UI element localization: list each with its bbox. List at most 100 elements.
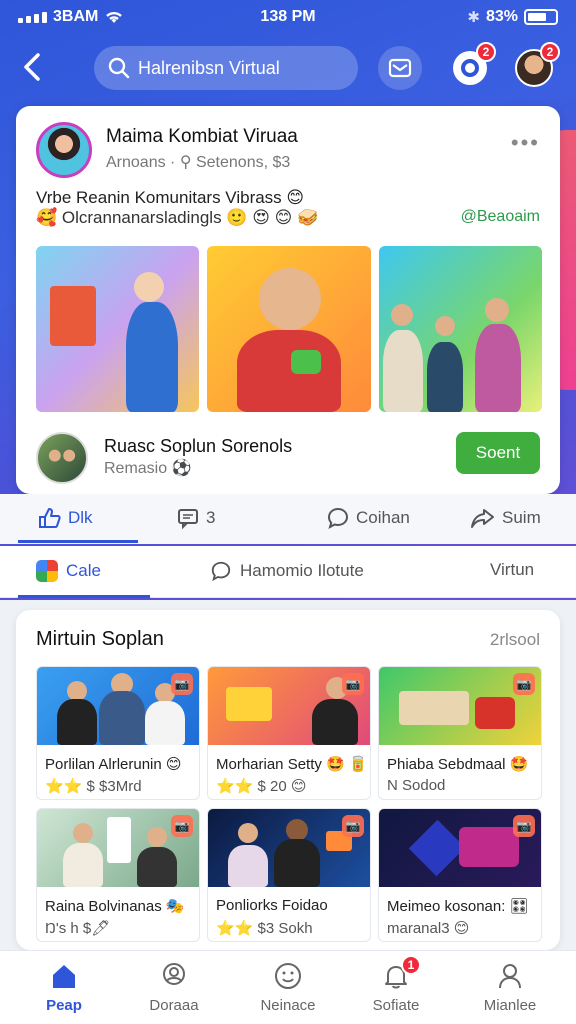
group-avatar[interactable] xyxy=(36,432,88,484)
group-tile[interactable]: 📷 Meimeo kosonan: 🎛 maranal3 😊 xyxy=(378,808,542,942)
mail-icon xyxy=(388,58,412,78)
tab-virtun[interactable]: Virtun xyxy=(490,560,534,580)
join-button[interactable]: Soent xyxy=(456,432,540,474)
post-card: Maima Kombiat Viruaa Arnoans · ⚲ Setenon… xyxy=(16,106,560,494)
smile-icon xyxy=(273,961,303,991)
group-tile[interactable]: 📷 Raina Bolvinanas 🎭 Ŋ's h $🖊 xyxy=(36,808,200,942)
tile-meta: maranal3 😊 xyxy=(387,920,470,937)
battery-icon xyxy=(524,9,558,25)
group-tile[interactable]: 📷 Morharian Setty 🤩 🥫 ⭐⭐ $ 20 😊 xyxy=(207,666,371,800)
nav-label: Doraaa xyxy=(149,997,199,1014)
tile-meta: ⭐⭐ $3 Sokh xyxy=(216,920,313,937)
tile-title: Meimeo kosonan: 🎛 xyxy=(387,898,529,915)
nav-label: Peap xyxy=(46,997,82,1014)
battery-percent: 83% xyxy=(485,8,518,25)
notifications-button[interactable]: 2 xyxy=(448,42,496,90)
like-button[interactable]: Dlk xyxy=(38,506,93,530)
tile-title: Ponliorks Foidao xyxy=(216,897,328,914)
post-photo[interactable] xyxy=(378,246,542,412)
tile-meta: ⭐⭐ $ 20 😊 xyxy=(216,778,307,795)
section-title: Mirtuin Soplan xyxy=(36,628,164,650)
group-meta: Remasio ⚽ xyxy=(104,460,192,477)
group-icon xyxy=(159,961,189,991)
bluetooth-icon: ✱ xyxy=(467,9,480,26)
tile-meta: ⭐⭐ $ $3Mrd xyxy=(45,778,142,795)
camera-icon: 📷 xyxy=(513,815,535,837)
post-text-line1: Vrbe Reanin Komunitars Vibrass 😊 xyxy=(36,188,305,207)
nav-notifications[interactable]: 1 Sofiate xyxy=(346,955,446,1014)
tab-bar: Cale Hamomio Ilotute Virtun xyxy=(0,546,576,598)
back-button[interactable] xyxy=(18,50,54,86)
search-bar[interactable]: Halrenibsn Virtual xyxy=(94,46,358,90)
comment-icon xyxy=(178,509,198,530)
nav-badge: 1 xyxy=(401,955,421,975)
nav-label: Neinace xyxy=(260,997,316,1014)
messages-button[interactable] xyxy=(378,46,422,90)
tile-title: Porlilan Alrlerunin 😊 xyxy=(45,756,182,773)
more-options-icon[interactable]: ••• xyxy=(511,130,540,156)
user-icon xyxy=(495,961,525,991)
tile-meta: Ŋ's h $🖊 xyxy=(45,920,111,937)
top-bar: Halrenibsn Virtual 2 2 xyxy=(0,42,576,92)
camera-icon: 📷 xyxy=(171,673,193,695)
notification-badge: 2 xyxy=(476,42,496,62)
camera-icon: 📷 xyxy=(342,673,364,695)
comment-button[interactable]: 3 xyxy=(176,506,215,530)
chat-bubble-icon xyxy=(327,507,349,529)
comment-count: 3 xyxy=(206,508,216,527)
group-tile[interactable]: 📷 Phiaba Sebdmaal 🤩 N Sodod xyxy=(378,666,542,800)
chat-label: Coihan xyxy=(356,508,410,527)
author-meta: Arnoans · ⚲ Setenons, $3 xyxy=(106,154,291,171)
nav-groups[interactable]: Doraaa xyxy=(124,961,224,1014)
tile-title: Phiaba Sebdmaal 🤩 xyxy=(387,756,529,773)
tab-cale[interactable]: Cale xyxy=(36,560,101,582)
tile-title: Raina Bolvinanas 🎭 xyxy=(45,898,185,915)
app-logo-icon xyxy=(36,560,58,582)
thumbs-up-icon xyxy=(39,508,61,528)
post-photo[interactable] xyxy=(36,246,200,412)
profile-badge: 2 xyxy=(540,42,560,62)
status-bar: 3BAM 138 PM ✱ 83% xyxy=(0,0,576,36)
chat-bubble-icon xyxy=(211,561,231,582)
author-avatar[interactable] xyxy=(36,122,92,178)
tab-label: Cale xyxy=(66,561,101,580)
active-tab-indicator xyxy=(18,595,150,598)
author-name[interactable]: Maima Kombiat Viruaa xyxy=(106,126,298,148)
tile-title: Morharian Setty 🤩 🥫 xyxy=(216,756,368,773)
search-text: Halrenibsn Virtual xyxy=(138,57,280,78)
post-photo[interactable] xyxy=(207,246,371,412)
post-text-line2: 🥰 Olcrannanarsladingls 🙂 😍 😊 🥪 xyxy=(36,208,319,227)
like-label: Dlk xyxy=(68,508,93,527)
tab-hamomio[interactable]: Hamomio Ilotute xyxy=(210,560,364,582)
share-icon xyxy=(471,509,494,528)
search-icon xyxy=(108,57,130,79)
home-icon xyxy=(49,961,79,991)
tab-label: Hamomio Ilotute xyxy=(240,561,364,580)
share-button[interactable]: Suim xyxy=(470,506,541,530)
nav-profile[interactable]: Mianlee xyxy=(460,961,560,1014)
share-label: Suim xyxy=(502,508,541,527)
camera-icon: 📷 xyxy=(342,815,364,837)
photo-gallery xyxy=(36,246,542,412)
group-tile[interactable]: 📷 Porlilan Alrlerunin 😊 ⭐⭐ $ $3Mrd xyxy=(36,666,200,800)
nav-watch[interactable]: Neinace xyxy=(238,961,338,1014)
chevron-left-icon xyxy=(24,53,40,81)
see-all-link[interactable]: 2rlsool xyxy=(490,630,540,650)
post-actions-bar: Dlk 3 Coihan Suim xyxy=(0,494,576,544)
group-tile[interactable]: 📷 Ponliorks Foidao ⭐⭐ $3 Sokh xyxy=(207,808,371,942)
camera-icon: 📷 xyxy=(513,673,535,695)
nav-home[interactable]: Peap xyxy=(14,961,114,1014)
active-indicator xyxy=(18,540,138,543)
bell-icon: 1 xyxy=(381,955,421,991)
chat-button[interactable]: Coihan xyxy=(326,506,410,530)
nav-label: Mianlee xyxy=(483,997,537,1014)
nav-label: Sofiate xyxy=(372,997,420,1014)
group-name[interactable]: Ruasc Soplun Sorenols xyxy=(104,436,292,457)
tile-meta: N Sodod xyxy=(387,777,446,794)
post-tag-link[interactable]: @Beaoaim xyxy=(461,208,540,226)
tab-label: Virtun xyxy=(490,560,535,579)
suggested-section: Mirtuin Soplan 2rlsool 📷 Porlilan Alrler… xyxy=(16,610,560,950)
bottom-nav: Peap Doraaa Neinace 1 Sofiate Mianlee xyxy=(0,950,576,1024)
profile-button[interactable]: 2 xyxy=(512,42,560,90)
camera-icon: 📷 xyxy=(171,815,193,837)
